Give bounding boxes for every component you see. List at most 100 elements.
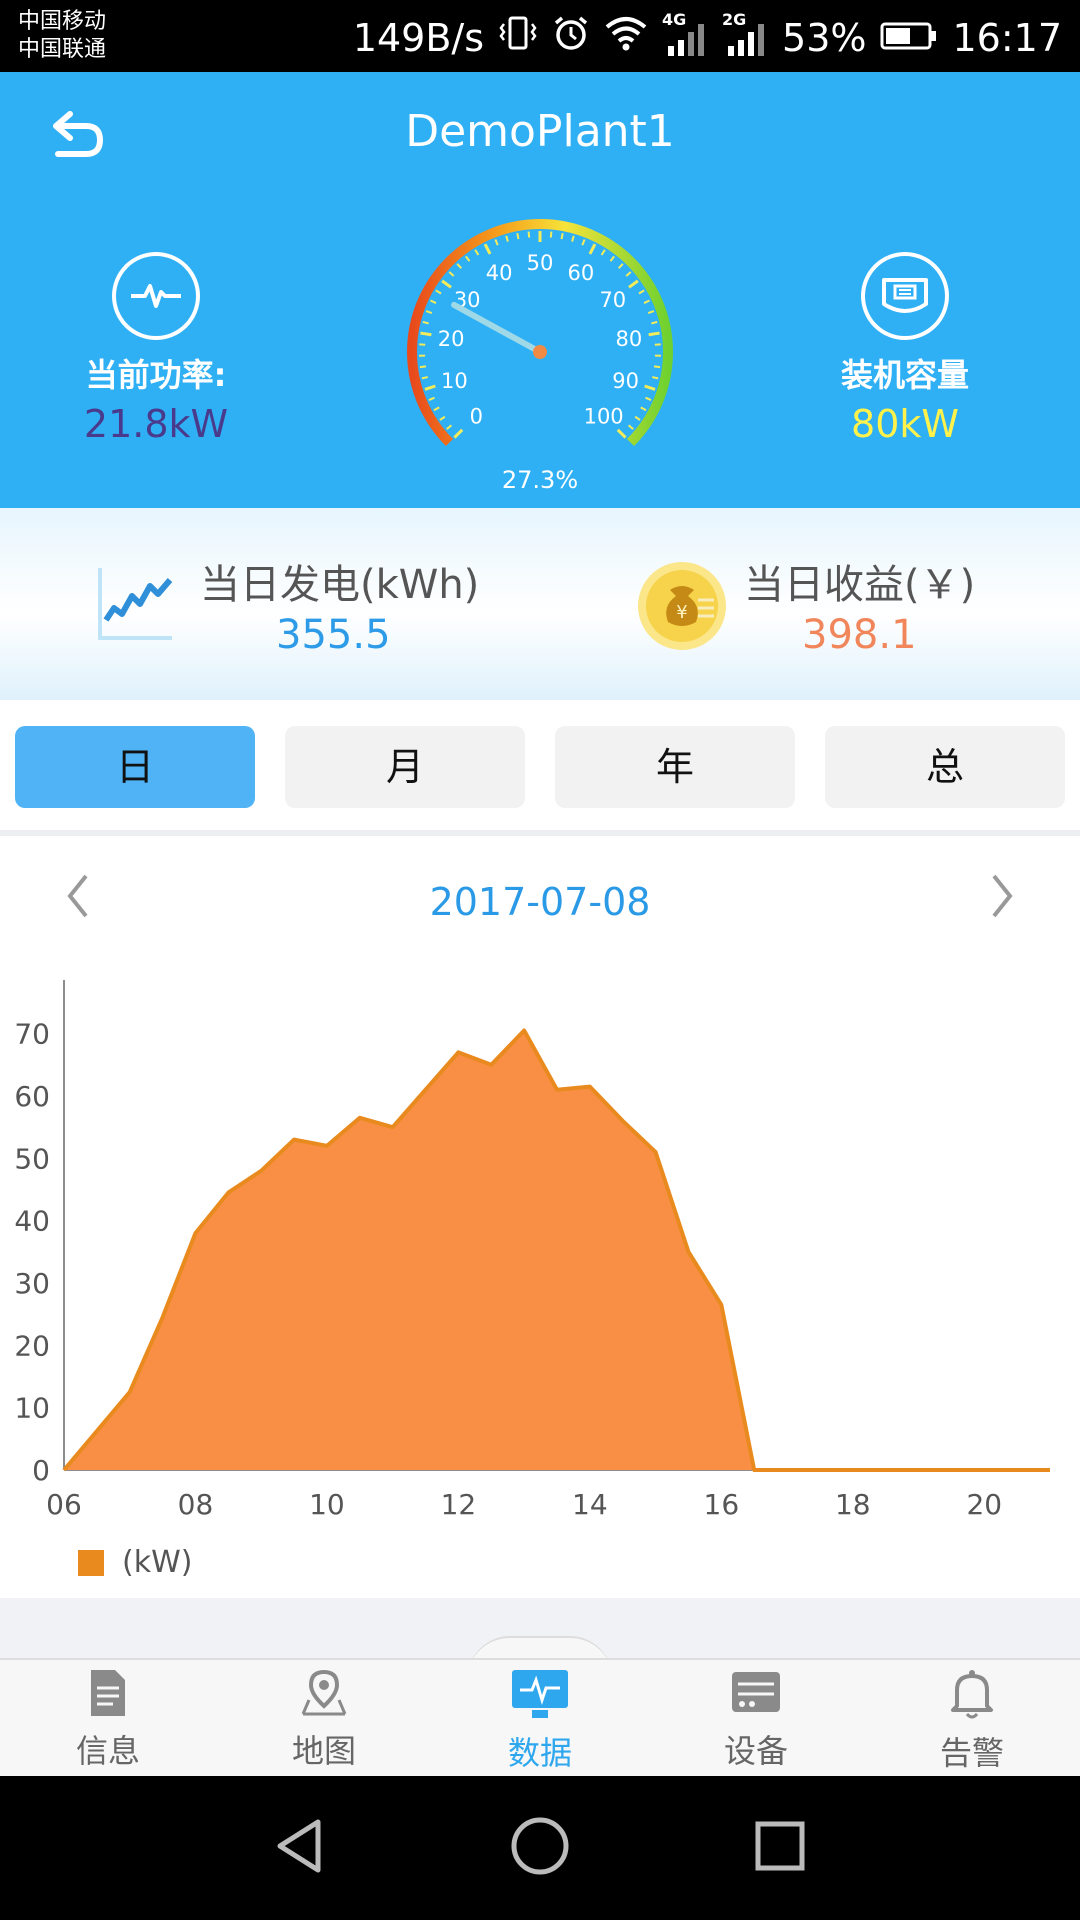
next-date-button[interactable]	[978, 866, 1028, 926]
gauge-tick	[588, 243, 597, 255]
pulse-icon	[112, 252, 200, 340]
battery-percent: 53%	[782, 15, 867, 60]
gauge-tick	[617, 263, 624, 269]
signal-2g-icon: 2G	[722, 10, 768, 58]
inverter-icon	[861, 252, 949, 340]
gauge-tick-label: 0	[470, 405, 483, 429]
chart-legend: (kW)	[78, 1545, 192, 1580]
x-tick-label: 16	[704, 1488, 740, 1521]
nav-info[interactable]: 信息	[0, 1668, 216, 1772]
nav-data-label: 数据	[507, 1734, 572, 1772]
x-tick-label: 20	[966, 1488, 1002, 1521]
system-home-button[interactable]	[508, 1814, 572, 1882]
nav-device[interactable]: 设备	[648, 1668, 864, 1772]
daily-income-label: 当日收益(￥)	[744, 562, 976, 608]
gauge-tick	[651, 320, 658, 325]
coin-glyph: ¥	[676, 602, 687, 623]
gauge-tick	[421, 376, 428, 380]
gauge-tick	[581, 239, 586, 246]
vibrate-icon	[498, 14, 538, 61]
x-tick-label: 18	[835, 1488, 871, 1521]
page-title: DemoPlant1	[405, 106, 675, 157]
x-tick-label: 06	[46, 1488, 82, 1521]
gauge-needle	[451, 301, 543, 355]
y-tick-label: 30	[14, 1267, 50, 1300]
gauge-tick-label: 20	[438, 327, 465, 351]
carrier-2: 中国联通	[18, 37, 107, 62]
gauge-tick	[439, 415, 446, 421]
gauge-tick	[644, 384, 656, 391]
gauge-tick	[616, 428, 627, 439]
gauge-hub	[533, 345, 547, 359]
tab-month[interactable]: 月	[285, 726, 525, 808]
system-navigation-bar	[0, 1776, 1080, 1920]
plant-header: DemoPlant1 当前功率: 21.8kW 0 10 20 30 40 50 60 70 8…	[0, 72, 1080, 508]
tab-total[interactable]: 总	[825, 726, 1065, 808]
gauge-tick-label: 60	[567, 261, 594, 285]
carrier-names: 中国移动 中国联通	[18, 8, 106, 64]
power-area-chart: 0 10 20 30 40 50 60 70 06 08 10 12 14 16 18 20	[14, 980, 1050, 1521]
system-recents-button[interactable]	[750, 1814, 810, 1882]
alarm-icon	[552, 14, 590, 61]
gauge-tick	[653, 365, 661, 369]
gauge-tick	[638, 289, 645, 295]
gauge-tick	[428, 396, 435, 401]
daily-energy-label: 当日发电(kWh)	[200, 562, 480, 608]
legend-swatch	[78, 1549, 104, 1576]
gauge-tick	[465, 255, 471, 262]
gauge-tick	[446, 424, 453, 430]
gauge-tick	[453, 428, 464, 439]
gauge-tick	[448, 271, 455, 277]
bell-icon	[951, 1670, 993, 1719]
money-bag-icon: ¥	[636, 560, 728, 656]
gauge-tick	[474, 249, 480, 256]
y-tick-label: 60	[14, 1080, 50, 1113]
system-back-button[interactable]	[270, 1814, 330, 1882]
y-tick-label: 70	[14, 1018, 50, 1051]
period-tabs: 日 月 年 总	[0, 700, 1080, 836]
circle-home-icon	[511, 1817, 569, 1875]
gauge-tick	[643, 299, 650, 304]
current-date[interactable]: 2017-07-08	[0, 880, 1080, 924]
nav-map[interactable]: 地图	[216, 1668, 432, 1772]
gauge-tick	[516, 232, 520, 240]
tab-year[interactable]: 年	[555, 726, 795, 808]
gauge-tick	[456, 263, 463, 269]
gauge-tick	[424, 384, 436, 391]
y-tick-label: 0	[32, 1454, 50, 1487]
gauge-percent: 27.3%	[502, 466, 578, 494]
gauge-tick	[640, 406, 647, 412]
gauge-tick	[609, 255, 615, 262]
network-speed: 149B/s	[352, 15, 485, 60]
gauge-tick	[420, 331, 432, 337]
y-tick-label: 40	[14, 1205, 50, 1238]
gauge-tick	[527, 231, 531, 238]
legend-label: (kW)	[122, 1545, 193, 1580]
tab-day[interactable]: 日	[15, 726, 255, 808]
bottom-navigation: 信息 地图 数据 设备 告警	[0, 1658, 1080, 1778]
nav-alarm[interactable]: 告警	[864, 1668, 1080, 1774]
gauge-tick-label: 90	[612, 369, 639, 393]
battery-icon	[880, 16, 938, 60]
gauge-tick	[505, 235, 509, 242]
gauge-tick	[571, 235, 575, 242]
gauge-tick	[634, 415, 641, 421]
gauge-tick	[627, 424, 634, 430]
current-power-value: 21.8kW	[83, 402, 229, 446]
series-area	[64, 1030, 1050, 1470]
gauge-tick-label: 50	[527, 251, 554, 275]
square-recents-icon	[755, 1821, 805, 1871]
gauge-tick	[625, 271, 632, 277]
gauge-tick	[430, 299, 437, 304]
chevron-right-icon	[992, 874, 1013, 918]
gauge-tick	[494, 239, 499, 246]
clock: 16:17	[952, 15, 1062, 60]
capacity-value: 80kW	[851, 402, 959, 446]
y-tick-label: 50	[14, 1142, 50, 1175]
date-navigator: 2017-07-08	[0, 840, 1080, 960]
y-tick-label: 10	[14, 1392, 50, 1425]
nav-data[interactable]: 数据	[432, 1668, 648, 1774]
gauge-tick-label: 80	[616, 327, 643, 351]
current-power-label: 当前功率:	[85, 356, 227, 394]
current-power-panel: 当前功率: 21.8kW	[46, 252, 266, 446]
